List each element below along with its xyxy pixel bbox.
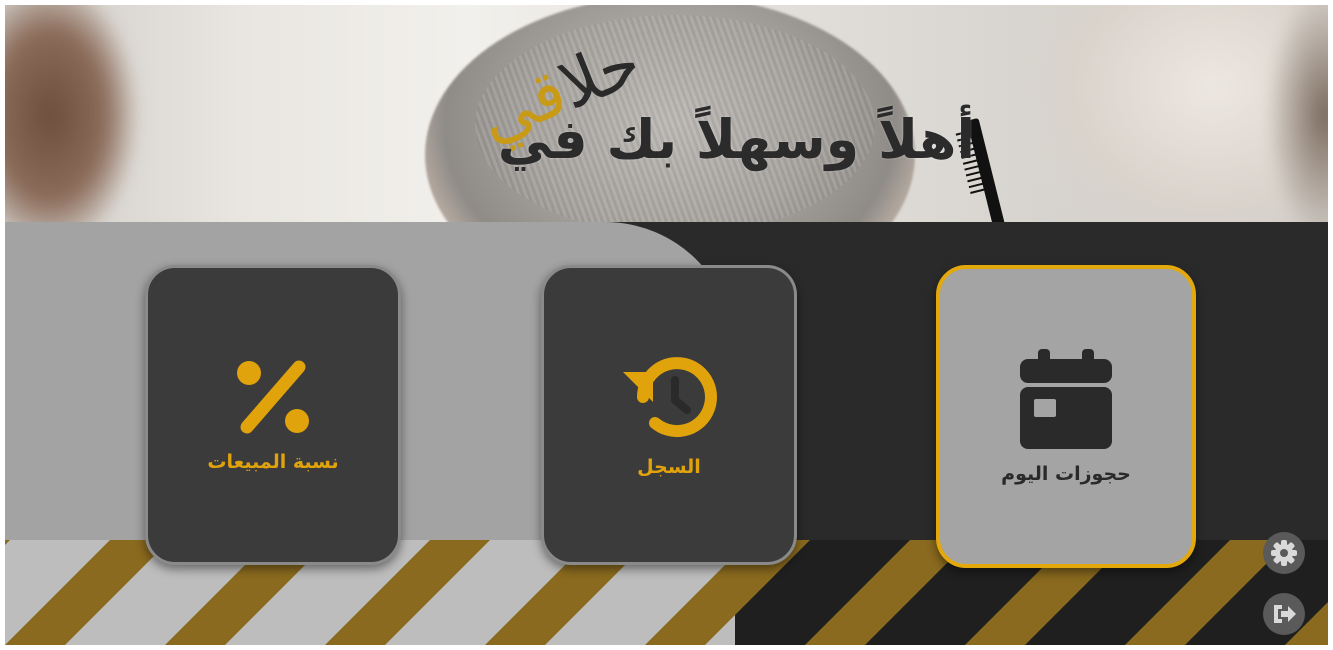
welcome-banner: أهلاً وسهلاً بك في حلاقي — [5, 5, 1328, 222]
dashboard-area: نسبة المبيعات السجل حجوزات اليوم — [5, 222, 1328, 645]
settings-button[interactable] — [1263, 532, 1305, 574]
gear-icon — [1271, 540, 1297, 566]
logout-icon — [1274, 605, 1296, 623]
history-label: السجل — [637, 456, 701, 478]
history-tile[interactable]: السجل — [541, 265, 797, 565]
logout-button[interactable] — [1263, 593, 1305, 635]
todays-bookings-label: حجوزات اليوم — [1001, 462, 1131, 485]
calendar-icon — [1020, 348, 1112, 449]
percent-icon — [237, 360, 309, 434]
todays-bookings-tile[interactable]: حجوزات اليوم — [936, 265, 1196, 568]
sales-percentage-label: نسبة المبيعات — [207, 451, 339, 473]
app-window: أهلاً وسهلاً بك في حلاقي نسبة المبيعات ا… — [5, 5, 1328, 645]
sales-percentage-tile[interactable]: نسبة المبيعات — [145, 265, 401, 565]
history-icon — [623, 357, 717, 438]
